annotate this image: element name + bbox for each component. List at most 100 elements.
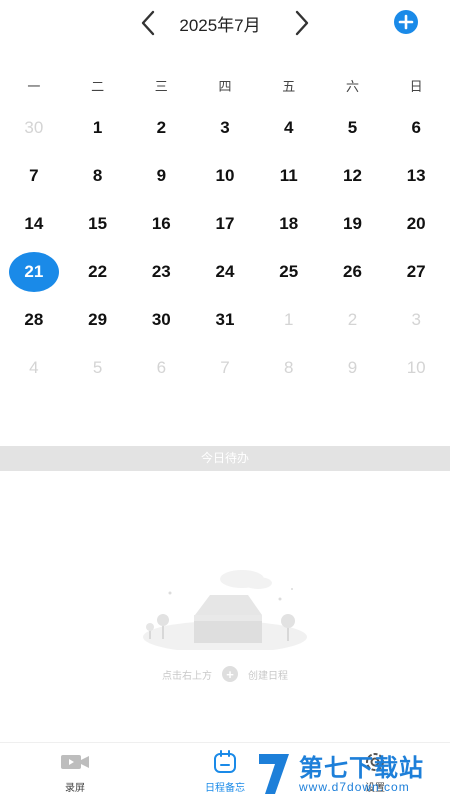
day-number: 1 [284,310,294,329]
day-number: 5 [347,118,358,137]
calendar-day[interactable]: 24 [193,248,257,296]
calendar-day[interactable]: 31 [193,296,257,344]
calendar-day[interactable]: 23 [129,248,193,296]
calendar-day[interactable]: 16 [129,200,193,248]
calendar-day[interactable]: 27 [384,248,448,296]
calendar-day[interactable]: 7 [193,344,257,392]
calendar-day[interactable]: 1 [66,104,130,152]
day-number: 6 [411,118,421,137]
calendar-day[interactable]: 5 [66,344,130,392]
day-number: 13 [406,166,426,185]
day-number: 18 [279,214,299,233]
calendar-day[interactable]: 9 [129,152,193,200]
calendar-day[interactable]: 3 [193,104,257,152]
day-number: 30 [24,118,44,137]
calendar-day[interactable]: 8 [257,344,321,392]
day-number: 12 [342,166,362,185]
day-number: 10 [215,166,235,185]
next-month-button[interactable] [287,8,317,38]
calendar-day[interactable]: 14 [2,200,66,248]
weekday-label: 一 [27,79,41,94]
weekday-label: 六 [345,79,359,94]
calendar-day[interactable]: 8 [66,152,130,200]
day-number: 28 [24,310,44,329]
calendar-day[interactable]: 9 [321,344,385,392]
plus-circle-icon: + [222,666,238,682]
empty-state-illustration [143,570,307,650]
day-number: 30 [151,310,171,329]
calendar-day[interactable]: 22 [66,248,130,296]
day-number: 16 [151,214,171,233]
calendar-day[interactable]: 6 [129,344,193,392]
day-number: 7 [29,166,39,185]
calendar-day[interactable]: 4 [2,344,66,392]
month-title: 2025年7月 [179,16,261,35]
watermark-url: www.d7down.com [299,780,410,794]
day-number: 29 [88,310,108,329]
calendar-day[interactable]: 20 [384,200,448,248]
calendar-day[interactable]: 3 [384,296,448,344]
day-number: 8 [92,166,103,185]
calendar-week: 21 22 23 24 25 26 27 [2,248,448,296]
weekday-header: 一 二 三 四 五 六 日 [2,76,448,95]
day-number: 9 [156,166,167,185]
day-number: 19 [342,214,362,233]
calendar-day[interactable]: 18 [257,200,321,248]
day-number: 1 [92,118,103,137]
calendar-day[interactable]: 25 [257,248,321,296]
calendar-day[interactable]: 29 [66,296,130,344]
day-number: 2 [347,310,358,329]
calendar-day[interactable]: 19 [321,200,385,248]
calendar-day[interactable]: 11 [257,152,321,200]
calendar-day[interactable]: 5 [321,104,385,152]
calendar-week: 28 29 30 31 1 2 3 [2,296,448,344]
day-number: 7 [220,358,230,377]
calendar-day[interactable]: 28 [2,296,66,344]
calendar-day[interactable]: 30 [129,296,193,344]
day-number: 15 [88,214,108,233]
calendar-day[interactable]: 4 [257,104,321,152]
site-watermark: 第七下载站 www.d7down.com [255,746,450,800]
day-number: 14 [24,214,44,233]
calendar-week: 7 8 9 10 11 12 13 [2,152,448,200]
calendar-day[interactable]: 26 [321,248,385,296]
calendar-day[interactable]: 6 [384,104,448,152]
calendar-grid: 30 1 2 3 4 5 6 7 8 9 10 11 12 13 14 15 16 17 18 19 20 21 22 23 2… [2,104,448,392]
calendar-day[interactable]: 12 [321,152,385,200]
plus-icon [398,14,414,30]
day-number: 20 [406,214,426,233]
chevron-right-icon [295,10,309,36]
day-number: 6 [156,358,167,377]
tab-record[interactable]: 录屏 [0,743,150,801]
calendar-day[interactable]: 10 [384,344,448,392]
calendar-week: 30 1 2 3 4 5 6 [2,104,448,152]
tab-schedule-label: 日程备忘 [205,783,245,794]
watermark-logo-icon [259,754,289,794]
day-number: 22 [88,262,108,281]
calendar-day-selected[interactable]: 21 [2,248,66,296]
calendar-day[interactable]: 1 [257,296,321,344]
weekday-label: 二 [91,79,105,94]
empty-hint-right: 创建日程 [248,670,288,682]
empty-state-hint: 点击右上方 + 创建日程 [0,666,450,682]
day-number: 31 [215,310,235,329]
calendar-day[interactable]: 10 [193,152,257,200]
calendar-day[interactable]: 2 [129,104,193,152]
calendar-week: 14 15 16 17 18 19 20 [2,200,448,248]
day-number: 8 [284,358,294,377]
tab-record-label: 录屏 [65,783,85,794]
calendar-icon [210,749,240,775]
add-schedule-button[interactable] [394,10,418,34]
calendar-day[interactable]: 13 [384,152,448,200]
day-number: 24 [215,262,235,281]
calendar-day[interactable]: 30 [2,104,66,152]
calendar-week: 4 5 6 7 8 9 10 [2,344,448,392]
calendar-day[interactable]: 15 [66,200,130,248]
calendar-day[interactable]: 17 [193,200,257,248]
day-number: 23 [151,262,171,281]
day-number: 21 [8,252,59,292]
calendar-day[interactable]: 2 [321,296,385,344]
day-number: 25 [279,262,299,281]
calendar-day[interactable]: 7 [2,152,66,200]
prev-month-button[interactable] [133,8,163,38]
